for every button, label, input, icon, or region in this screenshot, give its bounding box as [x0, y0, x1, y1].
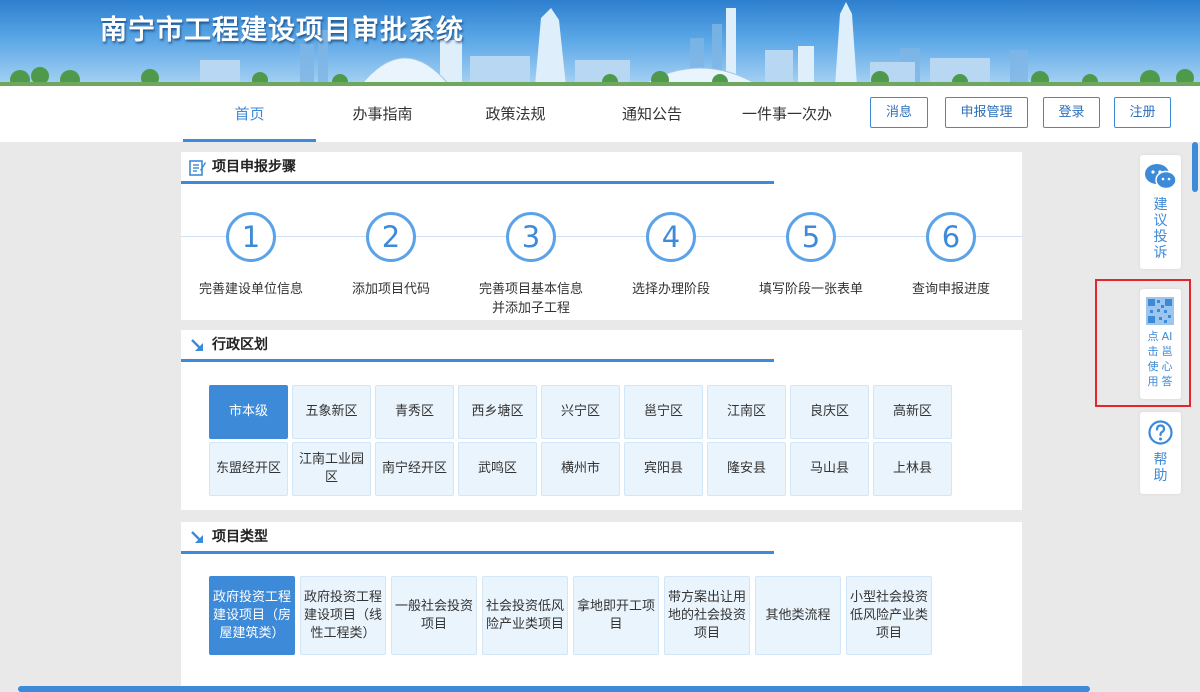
district-button[interactable]: 高新区 — [873, 385, 952, 439]
step-2-label: 添加项目代码 — [351, 282, 430, 297]
header-banner: 南宁市工程建设项目审批系统 — [0, 0, 1200, 86]
district-button[interactable]: 隆安县 — [707, 442, 786, 496]
feedback-card[interactable]: 建 议 投 诉 — [1140, 155, 1181, 269]
help-char-2: 助 — [1153, 468, 1168, 484]
project-type-button[interactable]: 小型社会投资低风险产业类项目 — [846, 576, 932, 655]
project-type-button[interactable]: 其他类流程 — [755, 576, 841, 655]
nav-active-indicator — [183, 139, 316, 142]
step-1-label: 完善建设单位信息 — [198, 282, 303, 297]
steps-header: 项目申报步骤 — [181, 152, 774, 184]
district-button[interactable]: 武鸣区 — [458, 442, 537, 496]
nav-guide[interactable]: 办事指南 — [316, 86, 449, 142]
step-2-circle: 2 — [366, 212, 416, 262]
district-button[interactable]: 青秀区 — [375, 385, 454, 439]
district-button[interactable]: 邕宁区 — [624, 385, 703, 439]
apply-management-button[interactable]: 申报管理 — [945, 97, 1028, 128]
nav-policy[interactable]: 政策法规 — [449, 86, 582, 142]
district-button[interactable]: 横州市 — [541, 442, 620, 496]
district-button[interactable]: 兴宁区 — [541, 385, 620, 439]
district-button[interactable]: 江南工业园区 — [292, 442, 371, 496]
arrow-down-right-icon — [191, 531, 203, 543]
project-types-panel: 项目类型 政府投资工程建设项目（房屋建筑类） 政府投资工程建设项目（线性工程类）一… — [181, 522, 1022, 692]
help-card[interactable]: 帮 助 — [1140, 412, 1181, 494]
nav-one-thing[interactable]: 一件事一次办 — [722, 86, 852, 142]
steps-title: 项目申报步骤 — [212, 159, 296, 175]
project-type-button[interactable]: 社会投资低风险产业类项目 — [482, 576, 568, 655]
system-title: 南宁市工程建设项目审批系统 — [100, 15, 464, 46]
project-type-button[interactable]: 政府投资工程建设项目（房屋建筑类） — [209, 576, 295, 655]
nav-home[interactable]: 首页 — [183, 86, 316, 142]
step-6-label: 查询申报进度 — [911, 282, 990, 297]
arrow-down-right-icon — [191, 339, 203, 351]
step-1-circle: 1 — [226, 212, 276, 262]
feedback-char-1: 建 — [1153, 197, 1168, 213]
district-button[interactable]: 东盟经开区 — [209, 442, 288, 496]
steps-panel: 项目申报步骤 1 2 3 4 5 6 完善建设单位信息 添加项目代码 完善项目基… — [181, 152, 1022, 320]
district-button[interactable]: 宾阳县 — [624, 442, 703, 496]
message-button[interactable]: 消息 — [870, 97, 928, 128]
step-5-label: 填写阶段一张表单 — [758, 282, 863, 297]
top-navigation: 首页 办事指南 政策法规 通知公告 一件事一次办 消息 申报管理 登录 注册 — [0, 86, 1200, 142]
project-type-button[interactable]: 一般社会投资项目 — [391, 576, 477, 655]
step-3-label: 完善项目基本信息并添加子工程 — [478, 282, 583, 316]
project-type-button[interactable]: 拿地即开工项目 — [573, 576, 659, 655]
feedback-char-2: 议 — [1153, 213, 1168, 229]
districts-panel: 行政区划 市本级 五象新区 青秀区 西乡塘区 兴宁区 邕宁区 江南区 良庆区 高新区东盟经开区江… — [181, 330, 1022, 510]
register-button[interactable]: 注册 — [1114, 97, 1171, 128]
project-type-button[interactable]: 政府投资工程建设项目（线性工程类） — [300, 576, 386, 655]
feedback-char-3: 投 — [1153, 229, 1168, 245]
district-button[interactable]: 江南区 — [707, 385, 786, 439]
district-button[interactable]: 马山县 — [790, 442, 869, 496]
step-5-circle: 5 — [786, 212, 836, 262]
wechat-icon — [1145, 164, 1177, 190]
district-button[interactable]: 五象新区 — [292, 385, 371, 439]
help-char-1: 帮 — [1153, 452, 1168, 468]
edit-document-icon — [189, 160, 206, 176]
project-types-header: 项目类型 — [181, 522, 774, 554]
step-4-label: 选择办理阶段 — [631, 282, 710, 297]
district-button[interactable]: 南宁经开区 — [375, 442, 454, 496]
district-button[interactable]: 良庆区 — [790, 385, 869, 439]
step-3-circle: 3 — [506, 212, 556, 262]
vertical-scrollbar[interactable] — [1192, 142, 1198, 192]
help-question-icon — [1148, 420, 1173, 445]
login-button[interactable]: 登录 — [1043, 97, 1100, 128]
steps-connector-line — [181, 236, 1022, 237]
feedback-char-4: 诉 — [1153, 245, 1168, 261]
step-4-circle: 4 — [646, 212, 696, 262]
project-types-title: 项目类型 — [212, 529, 268, 545]
project-type-button[interactable]: 带方案出让用地的社会投资项目 — [664, 576, 750, 655]
district-button[interactable]: 西乡塘区 — [458, 385, 537, 439]
nav-notice[interactable]: 通知公告 — [582, 86, 722, 142]
step-6-circle: 6 — [926, 212, 976, 262]
districts-title: 行政区划 — [212, 337, 268, 353]
district-button[interactable]: 上林县 — [873, 442, 952, 496]
horizontal-scrollbar[interactable] — [18, 686, 1090, 692]
districts-header: 行政区划 — [181, 330, 774, 362]
highlight-box — [1095, 279, 1191, 407]
district-button[interactable]: 市本级 — [209, 385, 288, 439]
